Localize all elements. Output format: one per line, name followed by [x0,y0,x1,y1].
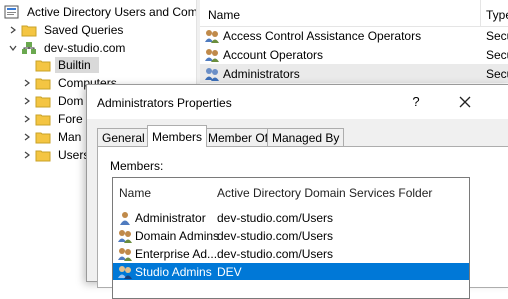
column-header-name[interactable]: Name [208,8,240,22]
list-row[interactable]: Account Operators Secu [200,45,508,64]
group-icon [205,67,219,81]
column-header-type[interactable]: Type [486,8,508,22]
tree-item-label: Saved Queries [44,23,124,37]
folder-icon [35,132,51,144]
member-name: Administrator [135,210,206,225]
chevron-right-icon[interactable] [22,96,32,106]
group-icon [118,247,132,261]
list-row-selected[interactable]: Administrators Secu [200,64,508,83]
tree-item-domain-controllers[interactable]: Dom [22,92,86,110]
member-row[interactable]: Enterprise Ad... dev-studio.com/Users [113,245,469,262]
list-row[interactable]: Access Control Assistance Operators Secu [200,26,508,45]
member-row-selected[interactable]: Studio Admins DEV [113,263,469,280]
ad-console-icon [4,5,19,19]
tree-item-builtin[interactable]: Builtin [22,56,99,74]
member-folder: dev-studio.com/Users [217,228,334,243]
members-label: Members: [110,159,164,173]
tree-item-label: Dom [58,94,84,108]
user-icon [120,211,130,225]
group-icon [205,48,219,62]
properties-dialog: Administrators Properties ? General Memb… [86,84,508,299]
folder-icon [35,150,51,162]
members-tab-panel: Members: Name Active Directory Domain Se… [97,146,508,299]
chevron-right-icon[interactable] [22,78,32,88]
folder-icon [35,114,51,126]
chevron-right-icon[interactable] [8,25,18,35]
member-folder: dev-studio.com/Users [217,210,334,225]
members-column-folder[interactable]: Active Directory Domain Services Folder [217,186,432,200]
folder-icon [21,25,37,37]
list-row-name: Administrators [223,66,300,81]
list-row-type: Secu [486,66,508,81]
list-row-type: Secu [486,28,508,43]
tree-item-label: Fore [58,112,83,126]
tree-item-managed-service-accounts[interactable]: Man [22,128,84,146]
tree-item-domain[interactable]: dev-studio.com [8,39,128,57]
column-divider[interactable] [480,0,481,26]
member-row[interactable]: Administrator dev-studio.com/Users [113,209,469,226]
member-folder: DEV [217,264,242,279]
dialog-title-bar[interactable]: Administrators Properties ? [87,85,508,119]
member-name: Enterprise Ad... [135,246,218,261]
group-icon [118,265,132,279]
list-row-type: Secu [486,47,508,62]
tree-item-foreign-principals[interactable]: Fore [22,110,86,128]
chevron-down-icon[interactable] [8,43,18,53]
tree-item-label: Man [58,130,82,144]
folder-icon [35,78,51,90]
tab-members[interactable]: Members [147,125,208,147]
folder-icon [35,96,51,108]
member-row[interactable]: Domain Admins dev-studio.com/Users [113,227,469,244]
tree-item-label: Builtin [55,57,99,73]
chevron-right-icon[interactable] [22,150,32,160]
tree-root[interactable]: Active Directory Users and Com [4,3,196,21]
tree-item-users[interactable]: Users [22,146,92,164]
list-row-name: Account Operators [223,47,324,62]
members-list[interactable]: Name Active Directory Domain Services Fo… [112,177,470,299]
member-name: Studio Admins [135,264,212,279]
folder-icon [35,60,51,72]
chevron-right-icon[interactable] [22,114,32,124]
tab-managed-by[interactable]: Managed By [267,128,345,146]
member-folder: dev-studio.com/Users [217,246,334,261]
group-icon [118,229,132,243]
group-icon [205,29,219,43]
member-name: Domain Admins [135,228,220,243]
tree-item-label: dev-studio.com [44,41,126,55]
dialog-tabs: General Members Member Of Managed By [97,125,507,147]
dialog-title: Administrators Properties [97,96,232,110]
tab-general[interactable]: General [97,128,150,146]
list-row-name: Access Control Assistance Operators [223,28,422,43]
close-icon[interactable] [457,94,473,110]
chevron-right-icon[interactable] [22,132,32,142]
list-header: Name Type [200,0,508,27]
members-column-name[interactable]: Name [119,186,151,200]
tree-root-label: Active Directory Users and Com [27,5,196,19]
tree-item-saved-queries[interactable]: Saved Queries [8,21,126,39]
help-button[interactable]: ? [409,94,423,109]
domain-icon [22,42,36,54]
tab-member-of[interactable]: Member Of [203,128,274,146]
